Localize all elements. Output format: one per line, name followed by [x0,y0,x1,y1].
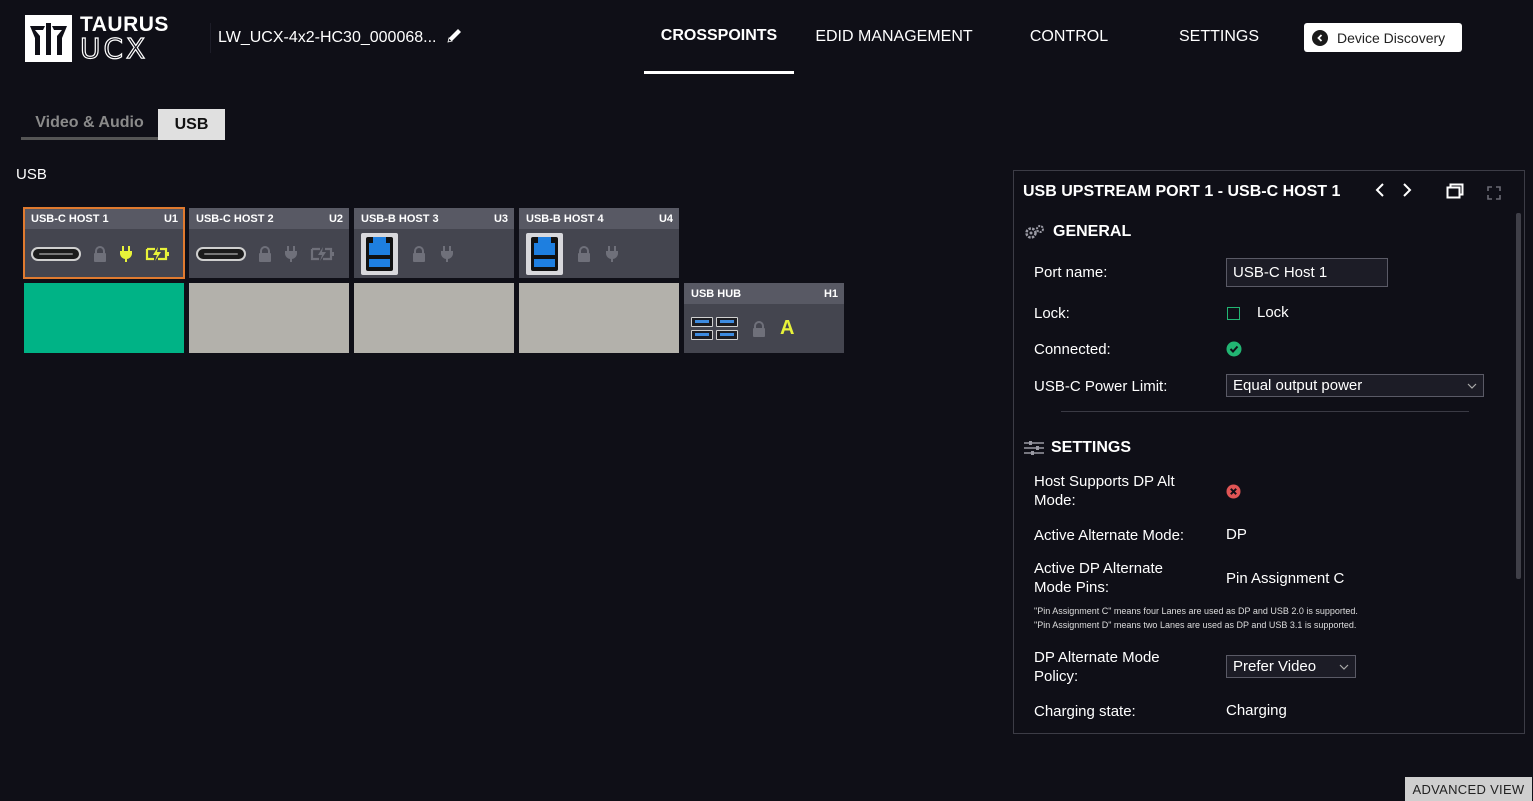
dp-alt-support-label: Host Supports DP Alt Mode: [1034,473,1175,509]
hub-letter-badge: A [780,317,795,339]
battery-charging-icon [310,246,334,261]
fullscreen-icon[interactable] [1487,184,1501,205]
device-name-text: LW_UCX-4x2-HC30_000068... [218,29,437,46]
general-heading-text: GENERAL [1053,223,1132,240]
active-dp-pins-value: Pin Assignment C [1226,570,1345,587]
active-alt-mode-value: DP [1226,526,1247,543]
usb-hub-h1[interactable]: USB HUB H1 A [684,283,844,353]
lock-checkbox[interactable] [1227,307,1240,320]
hub-id: H1 [823,287,838,300]
port-properties-panel: USB UPSTREAM PORT 1 - USB-C HOST 1 GENER… [1013,170,1525,734]
connected-label: Connected: [1034,341,1111,358]
usb-b-connector-icon [526,232,563,275]
host-port-u3[interactable]: USB-B HOST 3 U3 [354,208,514,278]
power-plug-icon [606,245,618,262]
active-dp-pins-label: Active DP Alternate Mode Pins: [1034,560,1163,596]
crosspoint-subtabs: Video & Audio USB [21,109,225,140]
back-circle-icon [1312,29,1328,46]
host-port-name: USB-B HOST 4 [526,212,604,225]
usb-c-connector-icon [196,246,246,261]
pin-assignment-note-d: "Pin Assignment D" means two Lanes are u… [1034,620,1357,630]
host-port-id: U4 [658,212,673,225]
usb-b-connector-icon [361,232,398,275]
host-port-u1[interactable]: USB-C HOST 1 U1 [23,207,185,279]
host-port-name: USB-C HOST 1 [31,212,109,225]
power-limit-value: Equal output power [1233,377,1363,394]
host-port-name: USB-B HOST 3 [361,212,439,225]
nav-edid-management[interactable]: EDID MANAGEMENT [794,0,994,74]
check-circle-icon [1226,341,1242,357]
tab-video-audio[interactable]: Video & Audio [21,109,158,140]
advanced-view-button[interactable]: ADVANCED VIEW [1405,777,1532,801]
power-limit-select[interactable]: Equal output power [1226,374,1484,397]
pin-assignment-note-c: "Pin Assignment C" means four Lanes are … [1034,606,1358,616]
general-heading: GENERAL [1024,223,1131,241]
nav-crosspoints[interactable]: CROSSPOINTS [644,0,794,74]
lock-icon [753,320,765,337]
restore-window-icon[interactable] [1446,183,1464,204]
crosspoint-cell-u1-h1[interactable] [24,283,184,353]
active-alt-mode-label: Active Alternate Mode: [1034,527,1185,544]
logo-line-ucx: UCX [79,32,149,65]
charging-state-value: Charging [1226,702,1287,719]
dp-policy-select[interactable]: Prefer Video [1226,655,1356,678]
device-name-field[interactable]: LW_UCX-4x2-HC30_000068... [210,23,470,53]
nav-settings[interactable]: SETTINGS [1144,0,1294,74]
crosspoint-cell-u4-h1[interactable] [519,283,679,353]
panel-title: USB UPSTREAM PORT 1 - USB-C HOST 1 [1023,183,1341,200]
pencil-icon[interactable] [446,27,463,49]
lock-label: Lock: [1034,305,1070,322]
next-port-icon[interactable] [1401,182,1413,203]
panel-scrollbar[interactable] [1516,213,1521,579]
power-plug-icon [285,245,297,262]
settings-heading-text: SETTINGS [1051,439,1132,456]
dp-policy-value: Prefer Video [1233,658,1317,675]
crosspoint-cell-u3-h1[interactable] [354,283,514,353]
lock-icon [578,245,590,262]
main-nav: CROSSPOINTS EDID MANAGEMENT CONTROL SETT… [644,0,1294,74]
tab-usb[interactable]: USB [158,109,225,140]
device-discovery-label: Device Discovery [1337,29,1446,46]
hub-name: USB HUB [691,287,742,300]
host-port-u2[interactable]: USB-C HOST 2 U2 [189,208,349,278]
sliders-icon [1024,441,1044,455]
usb-c-connector-icon [31,246,81,261]
host-port-id: U1 [163,212,178,225]
usb-hub-ports-icon [691,317,738,340]
port-name-input[interactable]: USB-C Host 1 [1226,258,1388,287]
gears-icon [1025,225,1044,239]
lock-icon [259,245,271,262]
battery-charging-icon [145,246,169,261]
dp-policy-label: DP Alternate Mode Policy: [1034,649,1160,685]
chevron-down-icon [1467,383,1477,389]
host-port-u4[interactable]: USB-B HOST 4 U4 [519,208,679,278]
host-port-id: U2 [328,212,343,225]
device-discovery-button[interactable]: Device Discovery [1304,23,1462,52]
lock-icon [94,245,106,262]
lock-icon [413,245,425,262]
previous-port-icon[interactable] [1374,182,1386,203]
host-port-name: USB-C HOST 2 [196,212,274,225]
taurus-ucx-logo: TAURUS UCX [25,14,169,63]
section-title-usb: USB [16,166,47,183]
section-divider [1061,411,1469,412]
logo-mark-icon [25,15,72,62]
chevron-down-icon [1339,664,1349,670]
settings-heading: SETTINGS [1024,439,1131,457]
power-limit-label: USB-C Power Limit: [1034,378,1168,395]
charging-state-label: Charging state: [1034,703,1136,720]
nav-control[interactable]: CONTROL [994,0,1144,74]
port-name-label: Port name: [1034,264,1108,281]
lock-checkbox-label[interactable]: Lock [1257,304,1289,321]
host-port-id: U3 [493,212,508,225]
power-plug-icon [120,245,132,262]
power-plug-icon [441,245,453,262]
crosspoint-cell-u2-h1[interactable] [189,283,349,353]
error-circle-icon [1226,484,1241,499]
